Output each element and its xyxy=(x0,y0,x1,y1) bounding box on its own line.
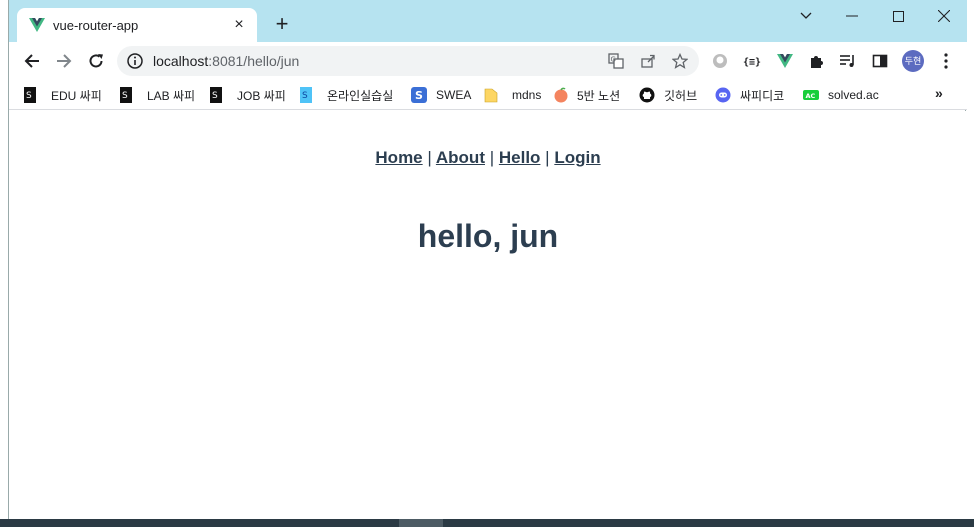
reload-icon xyxy=(89,54,103,68)
router-nav: Home | About | Hello | Login xyxy=(9,148,967,168)
bookmark-label: solved.ac xyxy=(828,88,879,102)
tab-close-icon[interactable]: × xyxy=(231,17,247,33)
bookmark-label: SWEA xyxy=(436,88,472,102)
svg-text:{≡}: {≡} xyxy=(743,57,761,67)
bookmark-github[interactable]: 깃허브 xyxy=(639,85,697,105)
maximize-icon xyxy=(892,10,904,22)
maximize-button[interactable] xyxy=(875,6,921,26)
swea-icon: S xyxy=(411,87,427,103)
nav-link-hello[interactable]: Hello xyxy=(499,148,541,167)
bookmark-online-lab[interactable]: S 온라인실습실 xyxy=(299,85,393,105)
bookmarks-overflow-button[interactable]: » xyxy=(935,85,943,101)
browser-toolbar: localhost:8081/hello/jun G {≡} xyxy=(9,42,967,80)
tab-search-button[interactable] xyxy=(783,6,829,26)
nav-separator: | xyxy=(489,148,495,167)
nav-separator: | xyxy=(427,148,432,167)
bookmark-star-icon[interactable] xyxy=(671,52,689,70)
svg-text:S: S xyxy=(415,89,423,102)
new-tab-button[interactable]: + xyxy=(271,13,293,36)
github-icon xyxy=(639,87,655,103)
bookmark-notion[interactable]: 5반 노션 xyxy=(553,85,620,105)
desktop-left-edge xyxy=(0,0,8,527)
info-icon[interactable] xyxy=(127,53,143,69)
discord-icon xyxy=(715,87,731,103)
vue-logo-icon xyxy=(29,18,45,32)
menu-kebab-icon[interactable] xyxy=(937,52,955,70)
ssafy-icon: S xyxy=(24,87,36,103)
extension-vue-devtools-icon[interactable] xyxy=(776,52,794,70)
nav-link-login[interactable]: Login xyxy=(554,148,600,167)
bookmark-job-ssafy[interactable]: S JOB 싸피 xyxy=(209,85,286,105)
extension-json-icon[interactable]: {≡} xyxy=(743,52,761,70)
tab-strip: vue-router-app × + xyxy=(9,0,967,42)
bookmark-mdns[interactable]: mdns xyxy=(484,85,541,105)
svg-text:S: S xyxy=(302,91,308,101)
ssafy-blue-icon: S xyxy=(300,87,312,103)
minimize-button[interactable] xyxy=(829,6,875,26)
bookmark-label: 온라인실습실 xyxy=(327,88,394,103)
svg-text:AC: AC xyxy=(806,92,816,100)
taskbar-item[interactable] xyxy=(399,519,443,527)
folder-icon xyxy=(484,88,498,103)
browser-window: vue-router-app × + localhost:8081/hello… xyxy=(8,0,967,519)
taskbar xyxy=(0,519,974,527)
side-panel-icon[interactable] xyxy=(871,52,889,70)
nav-separator: | xyxy=(545,148,550,167)
minimize-icon xyxy=(846,15,858,17)
bookmark-label: 5반 노션 xyxy=(577,88,621,103)
bookmarks-bar: S EDU 싸피 S LAB 싸피 S JOB 싸피 S 온라인실습실 S SW… xyxy=(9,80,967,110)
chevron-down-icon xyxy=(800,12,812,19)
translate-icon[interactable]: G xyxy=(607,52,625,70)
extensions-puzzle-icon[interactable] xyxy=(807,52,825,70)
url-host: localhost xyxy=(153,53,209,69)
bookmark-edu-ssafy[interactable]: S EDU 싸피 xyxy=(23,85,102,105)
back-button[interactable] xyxy=(21,50,43,72)
svg-text:G: G xyxy=(611,56,616,64)
solvedac-icon: AC xyxy=(803,90,819,100)
svg-text:S: S xyxy=(26,91,32,101)
close-window-button[interactable] xyxy=(921,6,967,26)
bookmark-discord[interactable]: 싸피디코 xyxy=(715,85,784,105)
tab-title: vue-router-app xyxy=(53,17,139,33)
bookmark-label: JOB 싸피 xyxy=(237,88,286,103)
ssafy-icon: S xyxy=(120,87,132,103)
share-icon[interactable] xyxy=(639,52,657,70)
nav-link-about[interactable]: About xyxy=(436,148,485,167)
media-control-icon[interactable] xyxy=(839,52,857,70)
forward-button[interactable] xyxy=(53,50,75,72)
close-icon xyxy=(938,10,950,22)
bookmark-label: EDU 싸피 xyxy=(51,88,102,103)
nav-link-home[interactable]: Home xyxy=(375,148,422,167)
tab-vue-router-app[interactable]: vue-router-app × xyxy=(17,8,257,42)
bookmark-swea[interactable]: S SWEA xyxy=(411,85,471,105)
bookmark-label: LAB 싸피 xyxy=(147,88,196,103)
ssafy-icon: S xyxy=(210,87,222,103)
arrow-right-icon xyxy=(57,54,72,68)
svg-text:S: S xyxy=(122,91,128,101)
peach-icon xyxy=(554,87,568,103)
bookmark-lab-ssafy[interactable]: S LAB 싸피 xyxy=(119,85,195,105)
arrow-left-icon xyxy=(24,54,39,68)
page-content: Home | About | Hello | Login hello, jun xyxy=(9,111,967,519)
bookmark-label: 싸피디코 xyxy=(740,88,785,103)
svg-text:S: S xyxy=(212,91,218,101)
extension-github-icon[interactable] xyxy=(711,52,729,70)
page-heading: hello, jun xyxy=(417,218,559,254)
bookmark-label: 깃허브 xyxy=(664,88,698,103)
url-path: :8081/hello/jun xyxy=(208,53,300,69)
bookmark-label: mdns xyxy=(512,88,542,102)
bookmark-solvedac[interactable]: AC solved.ac xyxy=(803,85,879,105)
profile-avatar[interactable]: 두현 xyxy=(902,50,924,72)
reload-button[interactable] xyxy=(85,50,107,72)
